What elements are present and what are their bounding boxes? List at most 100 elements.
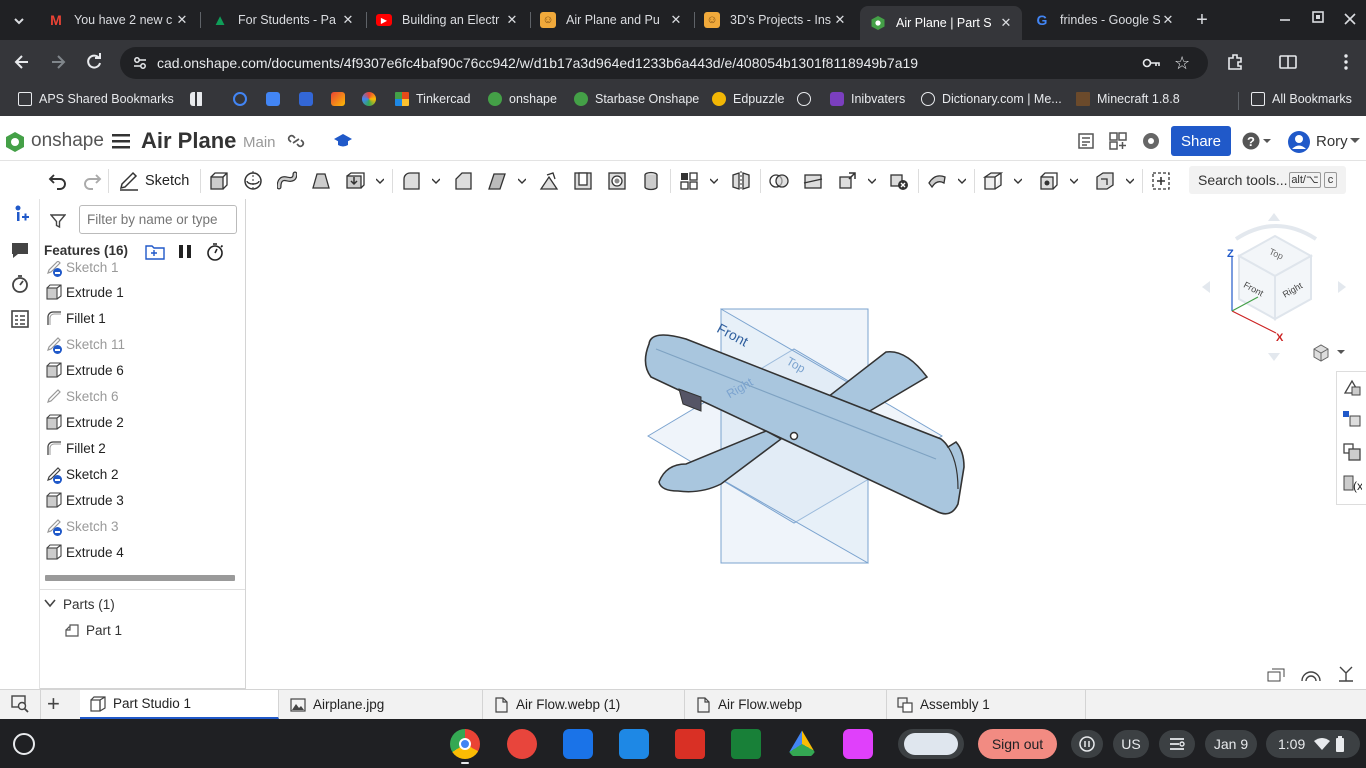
- close-tab-icon[interactable]: ✕: [998, 15, 1014, 31]
- reload-icon[interactable]: [84, 52, 104, 72]
- filter-icon[interactable]: [50, 213, 66, 229]
- part-row[interactable]: Part 1: [64, 622, 122, 638]
- bookmark-minecraft[interactable]: Minecraft 1.8.8: [1076, 92, 1180, 106]
- password-key-icon[interactable]: [1142, 55, 1160, 71]
- onshape-logo-icon[interactable]: [5, 131, 25, 153]
- section-view-icon[interactable]: [1266, 667, 1286, 683]
- chrome-menu-icon[interactable]: [1336, 52, 1356, 72]
- screencast-app-icon[interactable]: [843, 729, 873, 759]
- regeneration-timer-icon[interactable]: [206, 242, 224, 261]
- render-mode-icon[interactable]: [1300, 667, 1322, 683]
- transform-icon[interactable]: [837, 171, 857, 191]
- minimize-window-icon[interactable]: [1278, 12, 1292, 26]
- share-button[interactable]: Share: [1171, 126, 1231, 156]
- feature-row[interactable]: Extrude 3: [46, 488, 124, 512]
- undo-icon[interactable]: [48, 171, 68, 191]
- parts-header[interactable]: Parts (1): [63, 597, 115, 612]
- display-states-icon[interactable]: [1342, 377, 1362, 397]
- pause-regeneration-icon[interactable]: [178, 244, 192, 259]
- sheet-metal-dropdown-chevron-icon[interactable]: [958, 177, 966, 185]
- user-avatar-icon[interactable]: [1287, 130, 1311, 154]
- bookmark-inibvaters[interactable]: Inibvaters: [830, 92, 905, 106]
- bookmark-folder-aps[interactable]: APS Shared Bookmarks: [18, 92, 174, 106]
- feature-row[interactable]: Fillet 2: [46, 436, 106, 460]
- chrome-app-icon[interactable]: [450, 729, 480, 759]
- feature-row[interactable]: Sketch 6: [46, 384, 119, 408]
- address-bar[interactable]: cad.onshape.com/documents/4f9307e6fc4baf…: [120, 47, 1208, 79]
- tab-assembly-1[interactable]: Assembly 1: [887, 690, 1086, 719]
- add-tab-icon[interactable]: +: [47, 692, 60, 716]
- comments-icon[interactable]: [10, 240, 30, 260]
- bookmark-star-icon[interactable]: ☆: [1174, 53, 1190, 74]
- pattern-dropdown-chevron-icon[interactable]: [710, 177, 718, 185]
- search-tools-input[interactable]: Search tools... alt/⌥ c: [1189, 166, 1346, 194]
- chamfer-icon[interactable]: [453, 171, 473, 191]
- bookmark-icon-loop[interactable]: [233, 92, 254, 106]
- link-icon[interactable]: [287, 133, 305, 149]
- tab-part-studio-1[interactable]: Part Studio 1: [80, 690, 279, 719]
- document-title[interactable]: Air Plane: [141, 128, 236, 154]
- bookmark-starbase-onshape[interactable]: Starbase Onshape: [574, 92, 699, 106]
- fillet-dropdown-chevron-icon[interactable]: [432, 177, 440, 185]
- surface-dropdown-chevron-icon[interactable]: [1126, 177, 1134, 185]
- browser-tab-6[interactable]: G frindes - Google S ✕: [1024, 6, 1184, 34]
- view-options-cube-icon[interactable]: [1312, 344, 1348, 362]
- canvas-app-icon[interactable]: [507, 729, 537, 759]
- graphics-viewport[interactable]: Front Top Right Z X Top Front Right (x): [246, 199, 1366, 689]
- extensions-icon[interactable]: [1225, 52, 1245, 72]
- pattern-icon[interactable]: [679, 171, 699, 191]
- browser-tab-1[interactable]: ▲ For Students - Pa ✕: [202, 6, 364, 34]
- shell-icon[interactable]: [573, 171, 593, 191]
- appearance-panel-icon[interactable]: [1342, 410, 1362, 430]
- feature-row[interactable]: Extrude 6: [46, 358, 124, 382]
- hole-icon[interactable]: [607, 171, 627, 191]
- tab-air-flow-webp-1[interactable]: Air Flow.webp (1): [483, 690, 685, 719]
- input-method-indicator[interactable]: US: [1113, 730, 1149, 758]
- named-views-icon[interactable]: [1336, 665, 1356, 683]
- close-tab-icon[interactable]: ✕: [832, 12, 848, 28]
- transform-dropdown-chevron-icon[interactable]: [868, 177, 876, 185]
- plane-icon[interactable]: [983, 171, 1003, 191]
- browser-tab-5-active[interactable]: Air Plane | Part S ✕: [860, 6, 1022, 40]
- feature-list-scrollbar[interactable]: [45, 575, 235, 581]
- launcher-icon[interactable]: [13, 733, 35, 755]
- reading-mode-icon[interactable]: [1278, 52, 1298, 72]
- all-bookmarks-folder[interactable]: All Bookmarks: [1251, 92, 1352, 106]
- user-menu-chevron-icon[interactable]: [1350, 138, 1360, 144]
- hamburger-menu-icon[interactable]: [112, 133, 130, 149]
- browser-tab-2[interactable]: ▶ Building an Electr ✕: [366, 6, 528, 34]
- bill-of-materials-icon[interactable]: [10, 309, 30, 329]
- revolve-icon[interactable]: [243, 171, 263, 191]
- browser-tab-3[interactable]: ☺ Air Plane and Pu ✕: [530, 6, 692, 34]
- new-tab-icon[interactable]: +: [1192, 10, 1212, 30]
- bookmark-onshape[interactable]: onshape: [488, 92, 557, 106]
- document-history-icon[interactable]: [1077, 132, 1095, 150]
- sketch-button[interactable]: Sketch: [118, 167, 189, 195]
- close-tab-icon[interactable]: ✕: [340, 12, 356, 28]
- feature-filter-input[interactable]: [79, 205, 237, 234]
- variables-icon[interactable]: [10, 204, 30, 224]
- close-tab-icon[interactable]: ✕: [504, 12, 520, 28]
- extrude-icon[interactable]: [209, 171, 229, 191]
- classroom-app-icon[interactable]: [563, 729, 593, 759]
- back-icon[interactable]: [12, 52, 32, 72]
- bookmark-dictionary[interactable]: Dictionary.com | Me...: [921, 92, 1062, 106]
- feature-row[interactable]: Sketch 2: [46, 462, 119, 486]
- close-tab-icon[interactable]: ✕: [1160, 12, 1176, 28]
- thicken-icon[interactable]: [345, 171, 365, 191]
- clipboard-icon[interactable]: [1159, 730, 1195, 758]
- feature-row[interactable]: Fillet 1: [46, 306, 106, 330]
- sheet-metal-icon[interactable]: [927, 171, 947, 191]
- bookmark-icon-color[interactable]: [362, 92, 383, 106]
- user-name[interactable]: Rory: [1316, 133, 1348, 150]
- feature-row[interactable]: Extrude 1: [46, 280, 124, 304]
- delete-part-icon[interactable]: [889, 171, 909, 191]
- feature-row[interactable]: Extrude 4: [46, 540, 124, 564]
- restore-window-icon[interactable]: [1311, 10, 1325, 24]
- search-tabs-icon[interactable]: [11, 695, 29, 713]
- tab-search-icon[interactable]: [10, 12, 28, 30]
- gmail-bookmark-icon[interactable]: [331, 92, 352, 106]
- configurations-icon[interactable]: [1342, 442, 1362, 462]
- boolean-icon[interactable]: [769, 171, 789, 191]
- google-classroom-app-icon[interactable]: [731, 729, 761, 759]
